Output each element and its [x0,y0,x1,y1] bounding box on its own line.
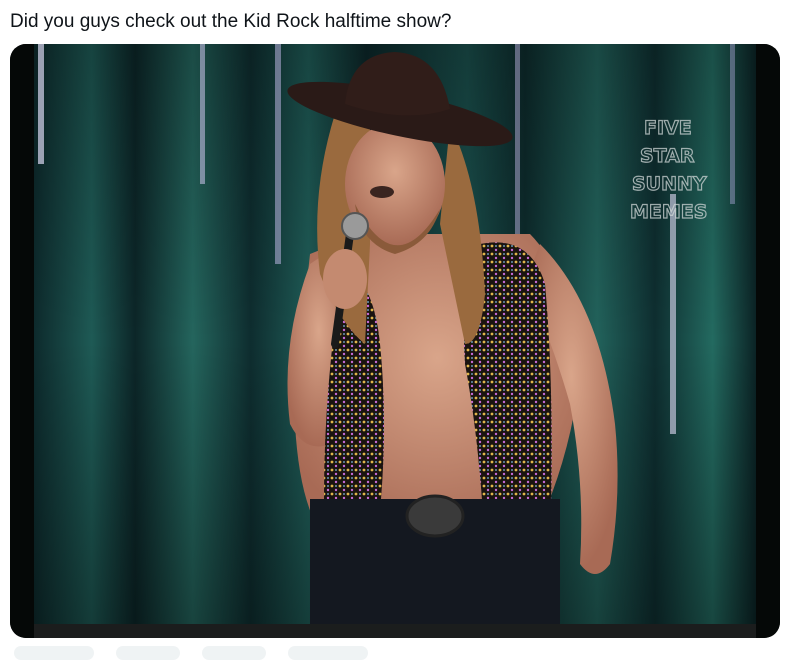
repost-icon[interactable] [116,646,180,660]
reply-icon[interactable] [14,646,94,660]
svg-text:SUNNY: SUNNY [632,173,707,195]
svg-text:MEMES: MEMES [630,201,707,223]
svg-text:STAR: STAR [640,145,695,167]
like-icon[interactable] [202,646,266,660]
post-text: Did you guys check out the Kid Rock half… [10,11,452,32]
photo-illustration: FIVE STAR SUNNY MEMES [10,44,780,638]
svg-text:FIVE: FIVE [644,117,692,139]
views-icon[interactable] [288,646,368,660]
post-image[interactable]: FIVE STAR SUNNY MEMES [10,44,780,638]
post-actions [14,646,368,660]
